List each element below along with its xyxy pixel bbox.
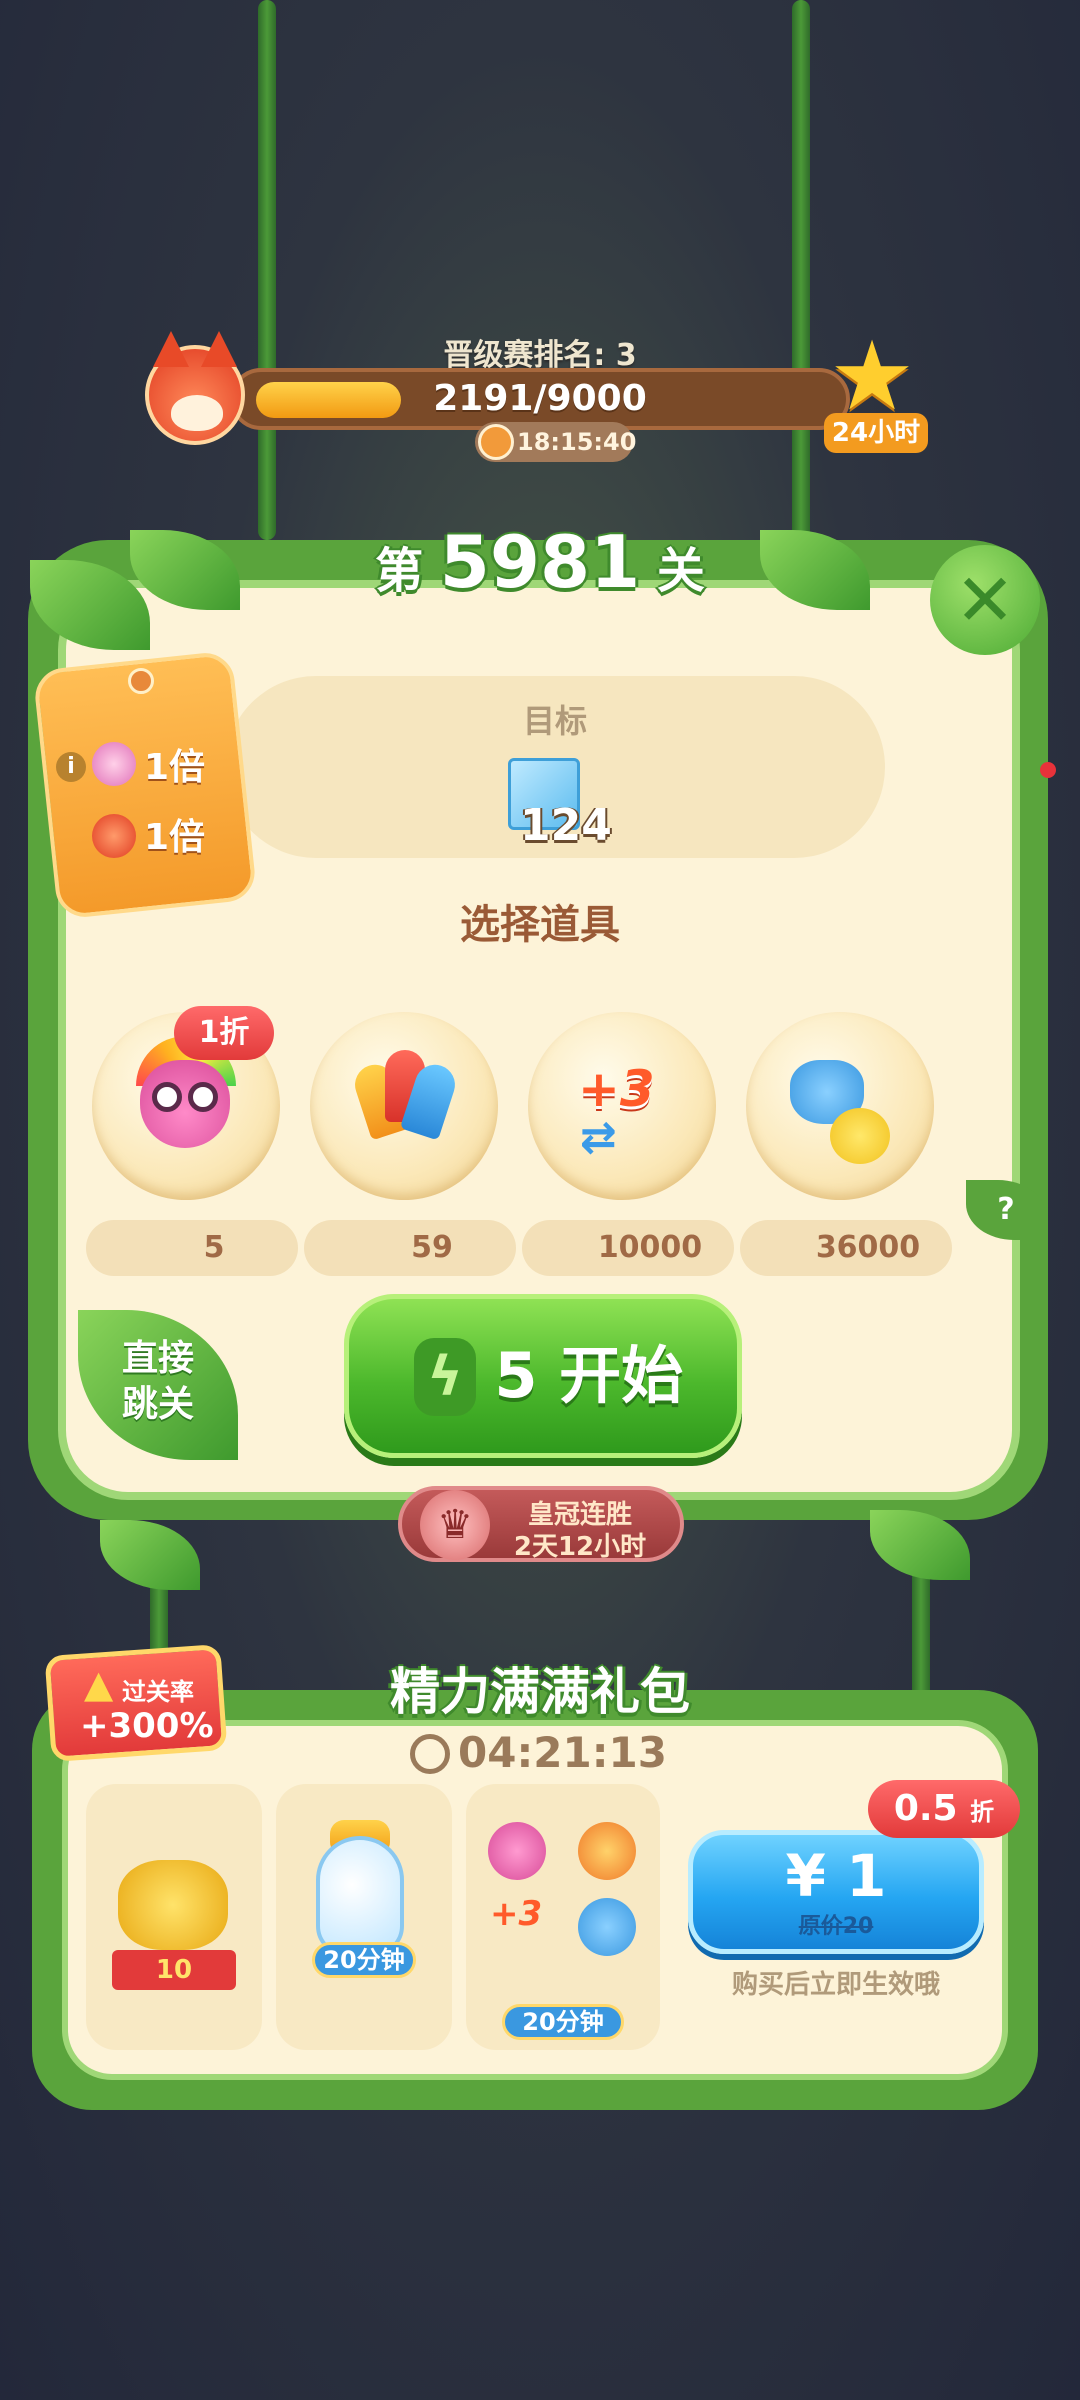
- booster-price-3: 10000: [522, 1220, 734, 1276]
- level-title: 第 5981 关: [0, 520, 1080, 604]
- alarm-clock-icon: [478, 424, 514, 460]
- vine-left: [258, 0, 276, 540]
- start-button[interactable]: 5 开始: [344, 1294, 742, 1458]
- leaf-decoration-icon: [870, 1510, 970, 1580]
- level-prefix: 第: [375, 543, 424, 599]
- booster-price-2: 59: [304, 1220, 516, 1276]
- gift-discount-badge: 0.5 折: [868, 1780, 1020, 1838]
- clock-icon: [410, 1734, 450, 1774]
- coins-amount: 10: [112, 1950, 236, 1990]
- start-cost: 5: [494, 1339, 538, 1412]
- plus3-moves-icon: +3: [490, 1894, 543, 1934]
- skip-label-line2: 跳关: [121, 1384, 194, 1425]
- crown-streak-time: 2天12小时: [513, 1532, 647, 1562]
- star-reward-icon[interactable]: ★: [826, 328, 918, 424]
- fox-token-icon: [92, 814, 136, 858]
- multiplier-fox-text: 1倍: [144, 817, 206, 858]
- original-price: 原价20: [798, 1914, 874, 1939]
- swap-arrows-icon: ⇄: [580, 1112, 617, 1163]
- pass-rate-value: +300%: [80, 1706, 214, 1746]
- up-arrow-icon: ▲: [84, 1662, 114, 1706]
- close-button[interactable]: ✕: [930, 545, 1040, 655]
- fox-avatar-icon[interactable]: [145, 331, 245, 445]
- booster-discount-badge: 1折: [174, 1006, 274, 1060]
- rainbow-owl-icon: [140, 1060, 230, 1148]
- energy-bolt-icon: ϟ: [414, 1338, 476, 1416]
- multiplier-owl-text: 1倍: [144, 747, 206, 788]
- level-number: 5981: [439, 520, 641, 604]
- energy-duration: 20分钟: [312, 1942, 416, 1978]
- owl-token-icon: [92, 742, 136, 786]
- infinite-energy-bottle-icon: [316, 1836, 404, 1956]
- close-icon: ✕: [954, 558, 1016, 642]
- crown-icon: ♛: [420, 1490, 490, 1560]
- start-label: 开始: [559, 1339, 684, 1412]
- notification-dot: [1040, 762, 1056, 778]
- rockets-icon: [578, 1822, 636, 1880]
- gift-discount-value: 0.5: [893, 1788, 958, 1829]
- gold-coins-stack-icon: [118, 1860, 228, 1950]
- gift-discount-unit: 折: [970, 1798, 995, 1826]
- boosters-duration: 20分钟: [502, 2004, 624, 2040]
- goal-count: 124: [520, 800, 612, 851]
- booster-price-1: 5: [86, 1220, 298, 1276]
- tag-hole: [128, 668, 154, 694]
- buy-note: 购买后立即生效哦: [731, 1970, 940, 2000]
- booster-price-4: 36000: [740, 1220, 952, 1276]
- level-suffix: 关: [656, 543, 705, 599]
- rainbow-owl-icon: [488, 1822, 546, 1880]
- reward-duration-badge: 24小时: [824, 413, 928, 453]
- boosters-title: 选择道具: [460, 902, 620, 948]
- skip-label-line1: 直接: [121, 1338, 194, 1379]
- gift-pack-timer: 04:21:13: [458, 1728, 667, 1777]
- vine-right: [792, 0, 810, 540]
- pass-rate-label: 过关率: [122, 1678, 194, 1706]
- goal-label: 目标: [522, 702, 587, 740]
- chick-icon: [830, 1108, 890, 1164]
- rank-progress-text: 2191/9000: [433, 378, 647, 419]
- buy-price: ¥ 1: [785, 1842, 887, 1910]
- creatures-icon: [578, 1898, 636, 1956]
- info-icon[interactable]: i: [56, 752, 86, 782]
- leaf-decoration-icon: [100, 1520, 200, 1590]
- plus3-moves-icon: +3: [578, 1060, 655, 1118]
